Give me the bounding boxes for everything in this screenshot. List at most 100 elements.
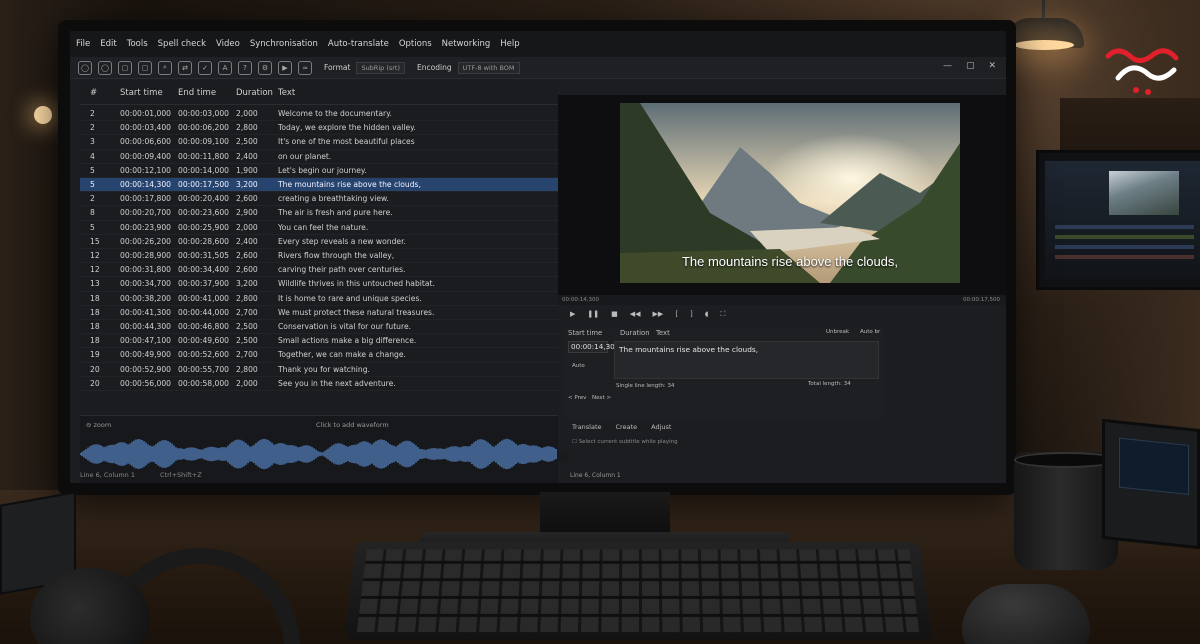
table-row[interactable]: 4 00:00:09,400 00:00:11,800 2,400 on our pla… bbox=[80, 150, 558, 164]
table-row[interactable]: 13 00:00:34,700 00:00:37,900 3,200 Wildlife … bbox=[80, 277, 558, 292]
row-end-time: 00:00:23,600 bbox=[178, 208, 230, 218]
video-frame: The mountains rise above the clouds, bbox=[620, 103, 960, 283]
table-row[interactable]: 5 00:00:23,900 00:00:25,900 2,000 You can fe… bbox=[80, 221, 558, 235]
auto-button[interactable]: Auto bbox=[572, 363, 585, 369]
close-icon[interactable]: ✕ bbox=[988, 61, 996, 71]
table-row[interactable]: 12 00:00:31,800 00:00:34,400 2,600 carving t… bbox=[80, 263, 558, 278]
row-number: 18 bbox=[90, 336, 100, 346]
stop-icon[interactable]: ■ bbox=[611, 310, 618, 318]
save-icon[interactable]: ▢ bbox=[118, 60, 132, 75]
play-icon[interactable]: ▶ bbox=[570, 310, 575, 318]
set-start-icon[interactable]: [ bbox=[675, 310, 678, 318]
row-duration: 2,700 bbox=[236, 350, 258, 360]
next-button[interactable]: Next > bbox=[592, 395, 611, 401]
spellcheck-icon[interactable]: A bbox=[218, 60, 232, 75]
video-timebar[interactable]: 00:00:14,300 00:00:17,500 bbox=[558, 295, 1006, 305]
prev-button[interactable]: < Prev bbox=[568, 395, 586, 401]
menu-edit[interactable]: Edit bbox=[100, 39, 116, 49]
table-row[interactable]: 3 00:00:06,600 00:00:09,100 2,500 It's one o… bbox=[80, 135, 558, 150]
menu-networking[interactable]: Networking bbox=[442, 39, 491, 49]
menu-help[interactable]: Help bbox=[500, 39, 519, 49]
set-end-icon[interactable]: ] bbox=[690, 310, 693, 318]
maximize-icon[interactable]: ▢ bbox=[966, 61, 975, 71]
desk-device bbox=[1102, 418, 1200, 550]
table-row[interactable]: 20 00:00:52,900 00:00:55,700 2,800 Thank you… bbox=[80, 363, 558, 377]
table-row[interactable]: 12 00:00:28,900 00:00:31,505 2,600 Rivers fl… bbox=[80, 249, 558, 264]
unbreak-button[interactable]: Unbreak bbox=[826, 329, 849, 335]
waveform-panel[interactable]: ⊖ zoom Click to add waveform bbox=[80, 415, 558, 483]
pendant-lamp bbox=[1004, 0, 1084, 50]
open-file-icon[interactable]: ◯ bbox=[98, 60, 112, 75]
menu-options[interactable]: Options bbox=[399, 39, 432, 49]
encoding-select[interactable]: UTF-8 with BOM bbox=[457, 61, 520, 74]
menu-tools[interactable]: Tools bbox=[127, 39, 148, 49]
col-number[interactable]: # bbox=[90, 88, 97, 98]
save-as-icon[interactable]: ▢ bbox=[138, 60, 152, 75]
menubar: File Edit Tools Spell check Video Synchr… bbox=[70, 31, 1006, 57]
table-row[interactable]: 8 00:00:20,700 00:00:23,600 2,900 The air is… bbox=[80, 206, 558, 221]
menu-auto-translate[interactable]: Auto-translate bbox=[328, 39, 389, 49]
col-end-time[interactable]: End time bbox=[178, 88, 216, 98]
start-time-field[interactable]: 00:00:14,300 bbox=[568, 341, 619, 353]
table-row[interactable]: 2 00:00:03,400 00:00:06,200 2,800 Today, we … bbox=[80, 121, 558, 136]
settings-icon[interactable]: ⚙ bbox=[258, 60, 272, 75]
subtitle-text-field[interactable]: The mountains rise above the clouds, bbox=[614, 341, 879, 379]
table-row[interactable]: 2 00:00:17,800 00:00:20,400 2,600 creating a… bbox=[80, 192, 558, 207]
tab-translate[interactable]: Translate bbox=[572, 423, 602, 435]
status-line: Line 6, Column 1 bbox=[80, 471, 135, 479]
menu-spell-check[interactable]: Spell check bbox=[158, 39, 206, 49]
table-row[interactable]: 15 00:00:26,200 00:00:28,600 2,400 Every ste… bbox=[80, 235, 558, 249]
row-text: The air is fresh and pure here. bbox=[278, 208, 393, 218]
row-number: 8 bbox=[90, 208, 95, 218]
menu-video[interactable]: Video bbox=[216, 39, 240, 49]
waveform-icon[interactable]: ≈ bbox=[298, 60, 312, 75]
fix-icon[interactable]: ✓ bbox=[198, 60, 212, 75]
player-controls: ▶ ❚❚ ■ ◀◀ ▶▶ [ ] ◖ ⛶ bbox=[570, 307, 970, 321]
tab-adjust[interactable]: Adjust bbox=[651, 423, 671, 435]
menu-file[interactable]: File bbox=[76, 39, 90, 49]
bottom-tabs: Translate Create Adjust bbox=[564, 423, 1004, 435]
table-row[interactable]: 5 00:00:14,300 00:00:17,500 3,200 The mounta… bbox=[80, 178, 558, 193]
new-file-icon[interactable]: ◯ bbox=[78, 60, 92, 75]
table-row[interactable]: 5 00:00:12,100 00:00:14,000 1,900 Let's begi… bbox=[80, 164, 558, 178]
find-icon[interactable]: ⌕ bbox=[158, 60, 172, 75]
video-icon[interactable]: ▶ bbox=[278, 60, 292, 75]
col-duration[interactable]: Duration bbox=[236, 88, 273, 98]
row-number: 5 bbox=[90, 180, 95, 190]
volume-icon[interactable]: ◖ bbox=[705, 310, 709, 318]
row-text: See you in the next adventure. bbox=[278, 378, 396, 388]
forward-icon[interactable]: ▶▶ bbox=[653, 310, 664, 318]
auto-break-button[interactable]: Auto br bbox=[860, 329, 880, 335]
table-row[interactable]: 18 00:00:38,200 00:00:41,000 2,800 It is hom… bbox=[80, 292, 558, 306]
row-duration: 2,800 bbox=[236, 293, 258, 303]
table-row[interactable]: 20 00:00:56,000 00:00:58,000 2,000 See you i… bbox=[80, 377, 558, 391]
replace-icon[interactable]: ⇄ bbox=[178, 60, 192, 75]
row-duration: 2,800 bbox=[236, 364, 258, 374]
table-row[interactable]: 18 00:00:47,100 00:00:49,600 2,500 Small act… bbox=[80, 334, 558, 349]
table-row[interactable]: 18 00:00:41,300 00:00:44,000 2,700 We must p… bbox=[80, 306, 558, 320]
minimize-icon[interactable]: — bbox=[943, 61, 952, 71]
tab-create[interactable]: Create bbox=[616, 423, 638, 435]
row-text: Welcome to the documentary. bbox=[278, 109, 392, 119]
fullscreen-icon[interactable]: ⛶ bbox=[720, 310, 725, 319]
format-select[interactable]: SubRip (srt) bbox=[356, 61, 406, 74]
waveform[interactable] bbox=[80, 434, 558, 474]
col-start-time[interactable]: Start time bbox=[120, 88, 163, 98]
help-icon[interactable]: ? bbox=[238, 60, 252, 75]
mouse bbox=[962, 584, 1090, 644]
menu-synchronisation[interactable]: Synchronisation bbox=[250, 39, 318, 49]
video-player[interactable]: The mountains rise above the clouds, bbox=[558, 95, 1006, 295]
row-start-time: 00:00:14,300 bbox=[120, 180, 172, 190]
select-while-playing-checkbox[interactable]: ☐ Select current subtitle while playing bbox=[572, 439, 678, 445]
col-text[interactable]: Text bbox=[278, 88, 295, 98]
pause-icon[interactable]: ❚❚ bbox=[587, 310, 599, 318]
table-row[interactable]: 18 00:00:44,300 00:00:46,800 2,500 Conservat… bbox=[80, 320, 558, 335]
table-row[interactable]: 19 00:00:49,900 00:00:52,600 2,700 Together,… bbox=[80, 348, 558, 363]
row-start-time: 00:00:31,800 bbox=[120, 265, 172, 275]
rewind-icon[interactable]: ◀◀ bbox=[630, 310, 641, 318]
row-number: 5 bbox=[90, 165, 95, 175]
row-end-time: 00:00:37,900 bbox=[178, 279, 230, 289]
zoom-control[interactable]: ⊖ zoom bbox=[86, 421, 111, 429]
subtitle-text: The mountains rise above the clouds, bbox=[619, 345, 759, 354]
table-row[interactable]: 2 00:00:01,000 00:00:03,000 2,000 Welcome to… bbox=[80, 107, 558, 122]
